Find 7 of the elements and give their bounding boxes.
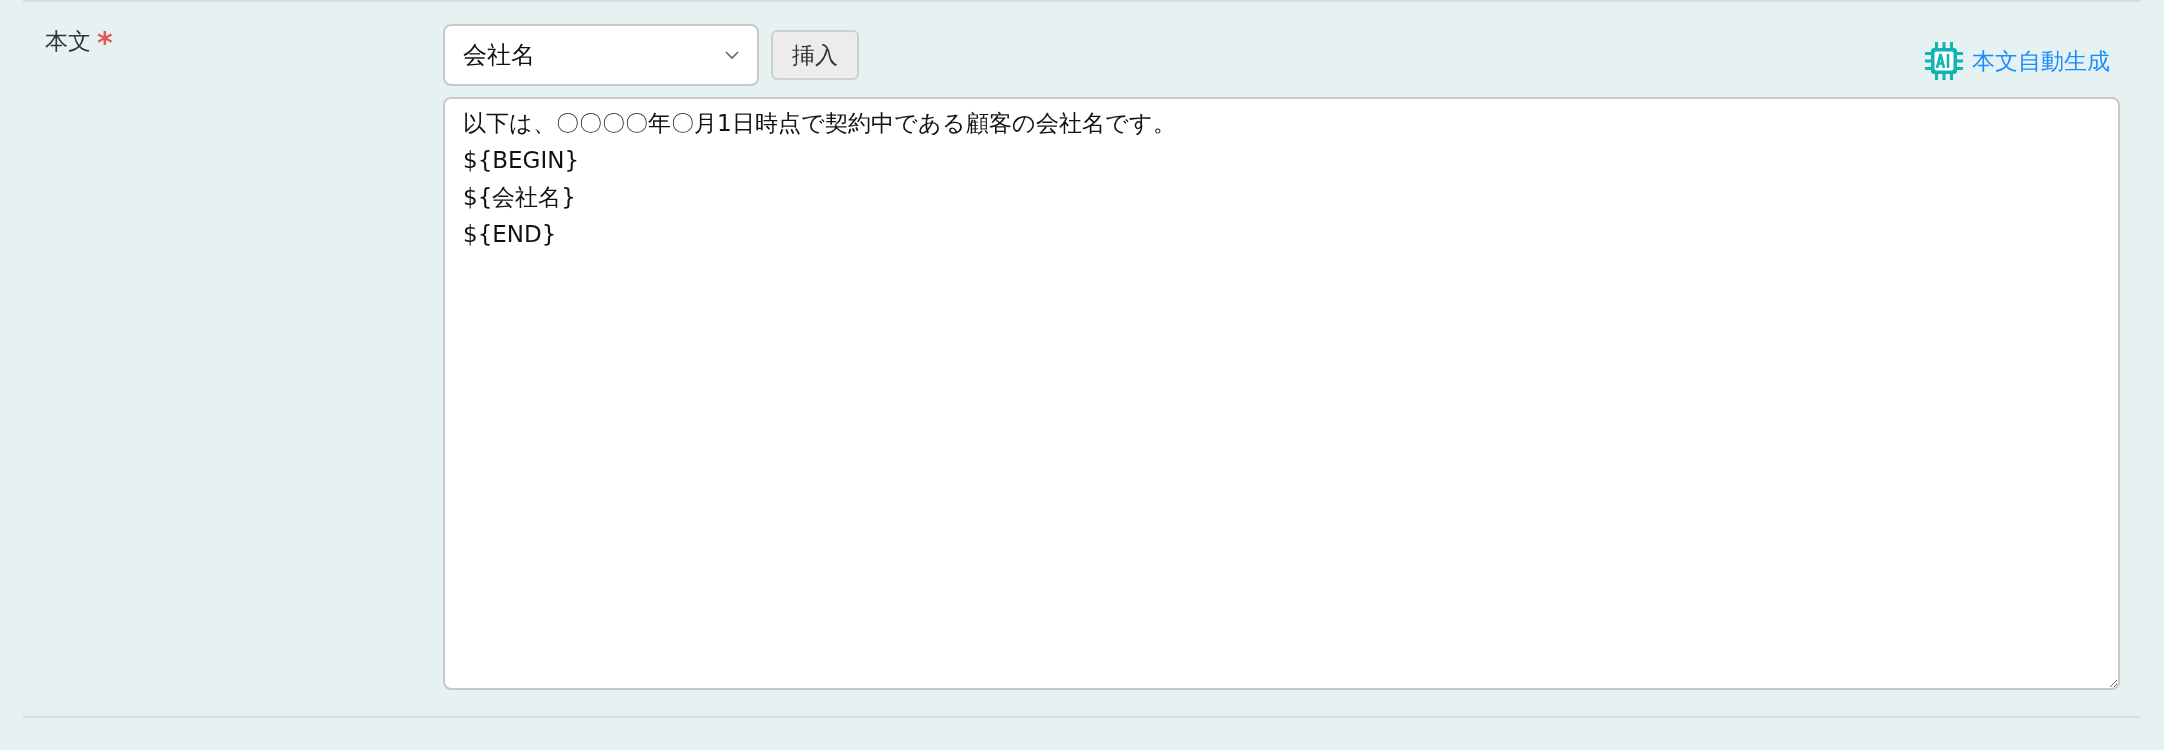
insert-select[interactable]: 会社名 xyxy=(443,24,759,86)
ai-chip-icon xyxy=(1924,41,1964,81)
insert-button[interactable]: 挿入 xyxy=(771,30,859,80)
required-mark: * xyxy=(97,28,113,58)
body-field[interactable]: 以下は、〇〇〇〇年〇月1日時点で契約中である顧客の会社名です。 ${BEGIN} ${会社名} ${END} xyxy=(443,97,2120,690)
caret-icon xyxy=(725,50,739,60)
field-label: 本文 xyxy=(45,27,91,56)
